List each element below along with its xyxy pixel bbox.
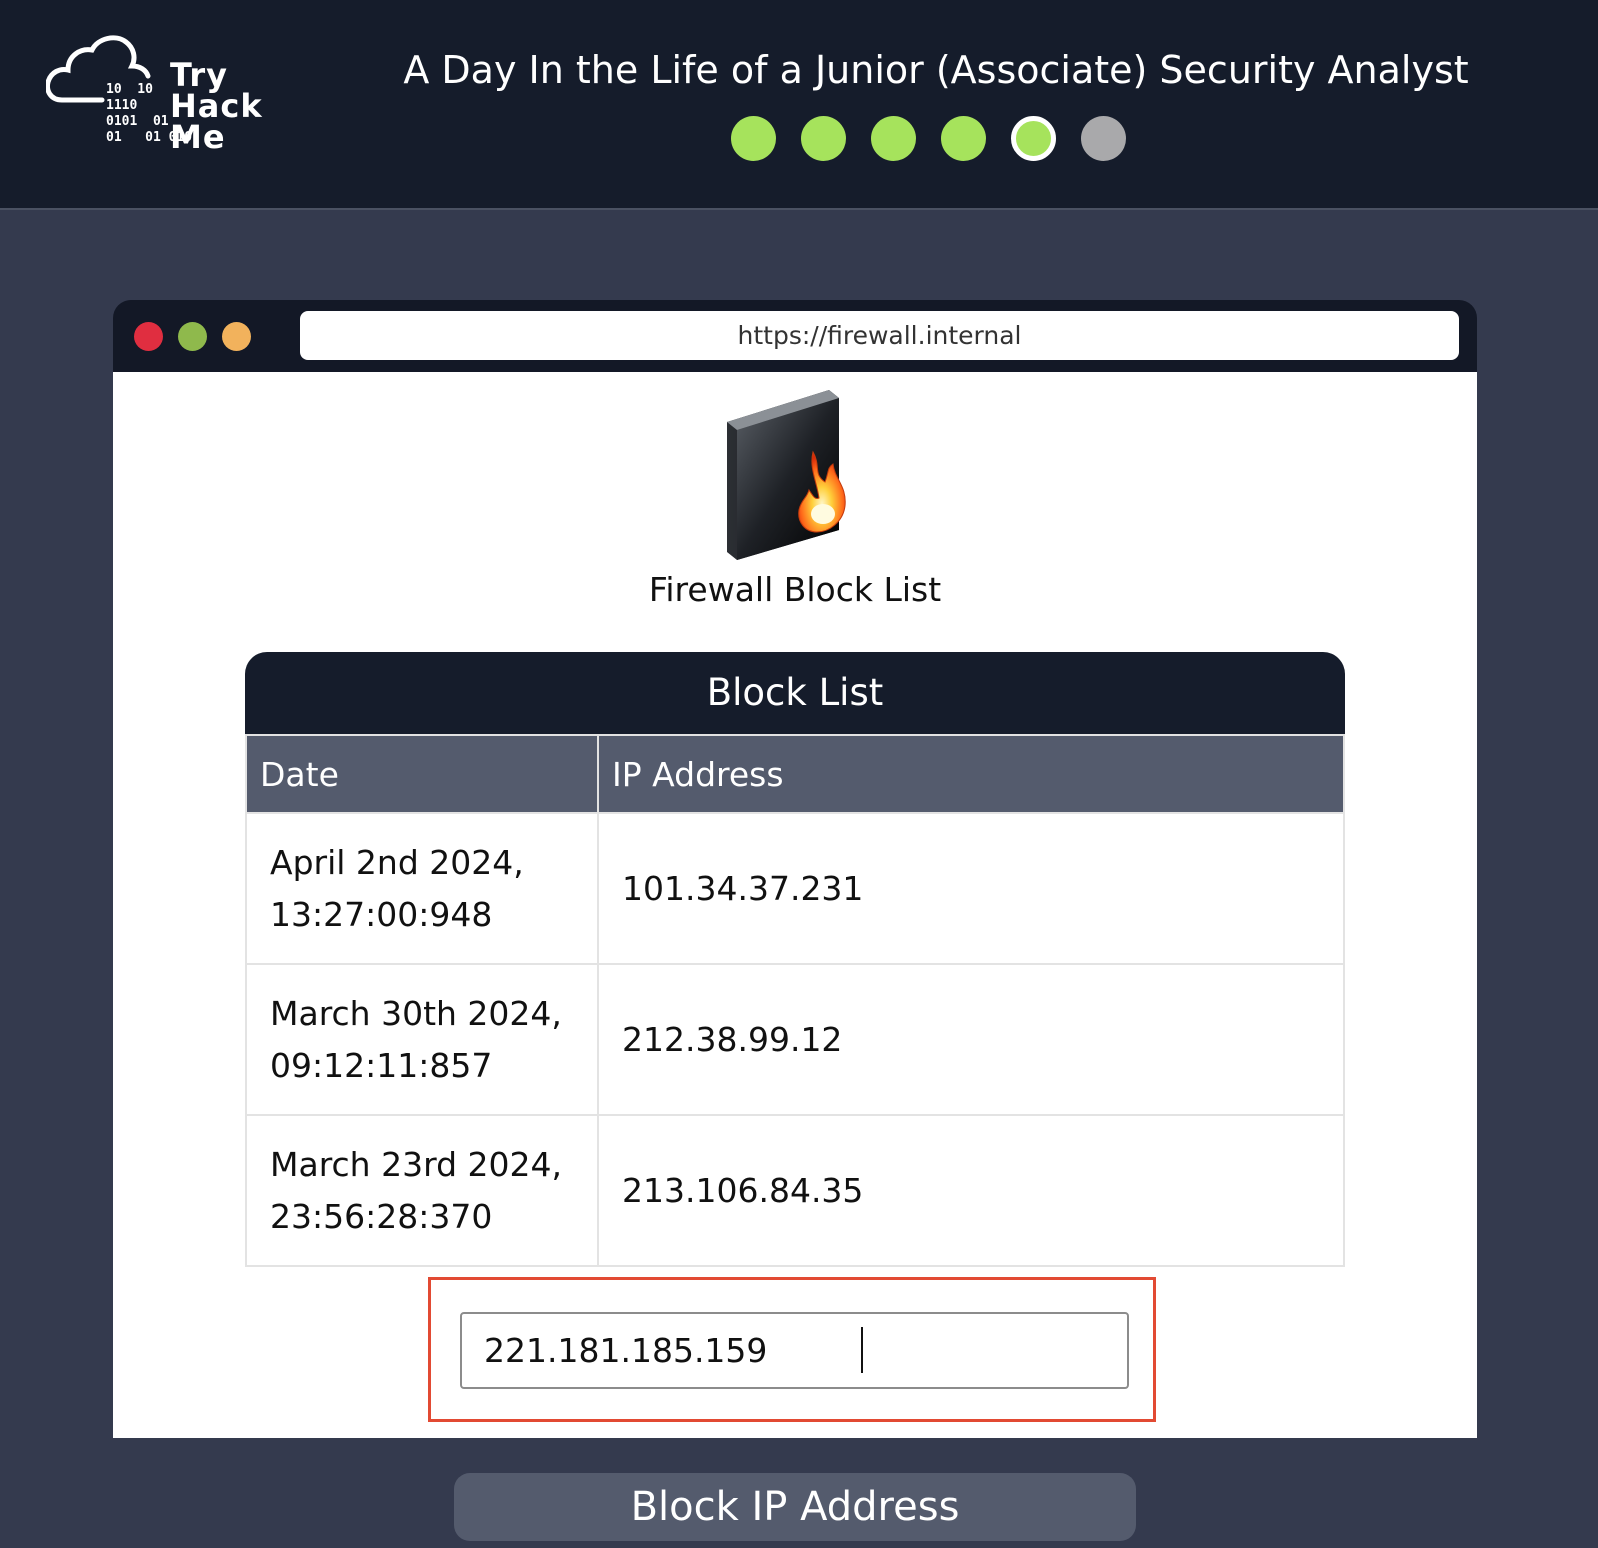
logo-wordmark: Try Hack Me (170, 59, 263, 156)
window-close-button[interactable] (134, 322, 163, 351)
table-row: April 2nd 2024, 13:27:00:948 101.34.37.2… (245, 812, 1345, 965)
table-row: March 23rd 2024, 23:56:28:370 213.106.84… (245, 1114, 1345, 1267)
ip-cell: 212.38.99.12 (597, 963, 1345, 1116)
block-list-card: Block List Date IP Address April 2nd 202… (245, 652, 1345, 1267)
date-cell: April 2nd 2024, 13:27:00:948 (245, 812, 599, 965)
date-cell: March 30th 2024, 09:12:11:857 (245, 963, 599, 1116)
browser-chrome: https://firewall.internal (113, 300, 1477, 372)
date-text: April 2nd 2024, (270, 842, 524, 882)
browser-viewport: Firewall Block List Block List Date IP A… (113, 372, 1477, 1438)
page-title: A Day In the Life of a Junior (Associate… (403, 48, 1469, 92)
firewall-title: Firewall Block List (648, 570, 942, 609)
ip-cell: 101.34.37.231 (597, 812, 1345, 965)
browser-window: https://firewall.internal Firewall Block… (113, 300, 1477, 1438)
progress-step-2 (801, 116, 846, 161)
logo-word-me: Me (170, 118, 226, 156)
window-minimize-button[interactable] (178, 322, 207, 351)
date-text: March 23rd 2024, (270, 1144, 562, 1184)
time-text: 09:12:11:857 (270, 1045, 493, 1085)
progress-step-1 (731, 116, 776, 161)
progress-step-4 (941, 116, 986, 161)
text-caret (861, 1327, 863, 1373)
ip-cell: 213.106.84.35 (597, 1114, 1345, 1267)
window-maximize-button[interactable] (222, 322, 251, 351)
tryhackme-logo: 10 10 1110 0101 01 01 01 010 Try Hack Me (46, 34, 276, 164)
table-header-row: Date IP Address (245, 734, 1345, 814)
column-header-date: Date (245, 734, 599, 814)
table-row: March 30th 2024, 09:12:11:857 212.38.99.… (245, 963, 1345, 1116)
time-text: 23:56:28:370 (270, 1196, 493, 1236)
progress-step-6 (1081, 116, 1126, 161)
time-text: 13:27:00:948 (270, 894, 493, 934)
block-list-heading: Block List (245, 652, 1345, 734)
progress-indicator (731, 116, 1126, 162)
ip-address-input[interactable] (460, 1312, 1129, 1389)
progress-step-5 (1011, 116, 1056, 161)
address-bar[interactable]: https://firewall.internal (300, 311, 1459, 360)
block-list-table: Date IP Address April 2nd 2024, 13:27:00… (245, 734, 1345, 1267)
firewall-icon (727, 390, 846, 560)
top-bar: 10 10 1110 0101 01 01 01 010 Try Hack Me… (0, 0, 1598, 210)
progress-step-3 (871, 116, 916, 161)
block-ip-button[interactable]: Block IP Address (454, 1473, 1136, 1541)
date-text: March 30th 2024, (270, 993, 562, 1033)
date-cell: March 23rd 2024, 23:56:28:370 (245, 1114, 599, 1267)
column-header-ip: IP Address (597, 734, 1345, 814)
